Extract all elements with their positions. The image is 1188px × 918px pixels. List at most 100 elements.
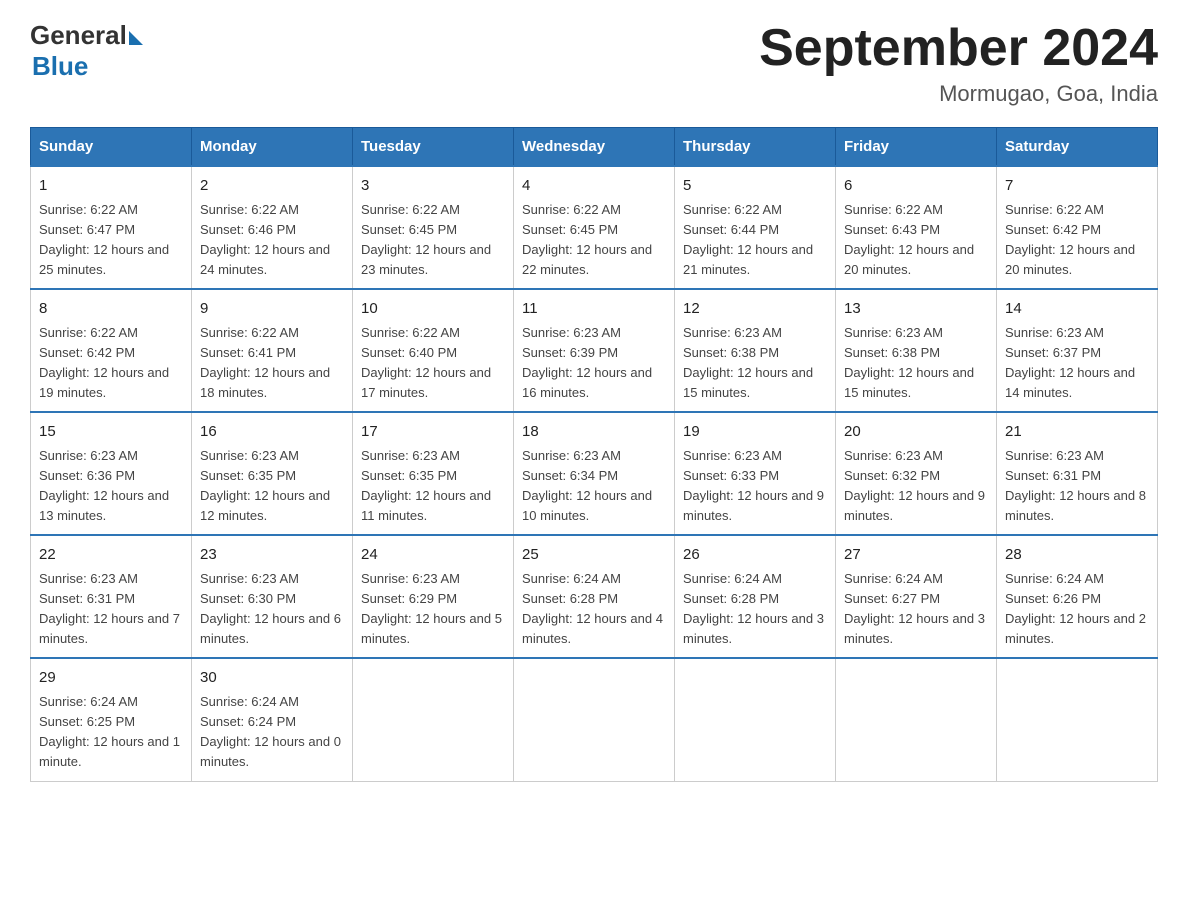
day-info: Sunrise: 6:23 AMSunset: 6:39 PMDaylight:… <box>522 323 666 404</box>
day-number: 6 <box>844 175 988 198</box>
day-number: 20 <box>844 421 988 444</box>
calendar-cell: 3Sunrise: 6:22 AMSunset: 6:45 PMDaylight… <box>353 166 514 289</box>
day-info: Sunrise: 6:22 AMSunset: 6:47 PMDaylight:… <box>39 200 183 281</box>
calendar-cell: 21Sunrise: 6:23 AMSunset: 6:31 PMDayligh… <box>997 412 1158 535</box>
day-info: Sunrise: 6:23 AMSunset: 6:37 PMDaylight:… <box>1005 323 1149 404</box>
day-info: Sunrise: 6:22 AMSunset: 6:41 PMDaylight:… <box>200 323 344 404</box>
day-number: 23 <box>200 544 344 567</box>
day-number: 28 <box>1005 544 1149 567</box>
calendar-cell: 14Sunrise: 6:23 AMSunset: 6:37 PMDayligh… <box>997 289 1158 412</box>
calendar-cell: 4Sunrise: 6:22 AMSunset: 6:45 PMDaylight… <box>514 166 675 289</box>
calendar-cell: 29Sunrise: 6:24 AMSunset: 6:25 PMDayligh… <box>31 658 192 781</box>
day-number: 17 <box>361 421 505 444</box>
day-info: Sunrise: 6:22 AMSunset: 6:42 PMDaylight:… <box>1005 200 1149 281</box>
day-info: Sunrise: 6:23 AMSunset: 6:35 PMDaylight:… <box>361 446 505 527</box>
calendar-cell <box>836 658 997 781</box>
day-number: 18 <box>522 421 666 444</box>
day-info: Sunrise: 6:23 AMSunset: 6:38 PMDaylight:… <box>844 323 988 404</box>
day-info: Sunrise: 6:22 AMSunset: 6:43 PMDaylight:… <box>844 200 988 281</box>
day-number: 5 <box>683 175 827 198</box>
week-row-3: 15Sunrise: 6:23 AMSunset: 6:36 PMDayligh… <box>31 412 1158 535</box>
day-info: Sunrise: 6:23 AMSunset: 6:31 PMDaylight:… <box>39 569 183 650</box>
day-number: 15 <box>39 421 183 444</box>
title-section: September 2024 Mormugao, Goa, India <box>759 20 1158 107</box>
calendar-cell: 25Sunrise: 6:24 AMSunset: 6:28 PMDayligh… <box>514 535 675 658</box>
calendar-cell: 27Sunrise: 6:24 AMSunset: 6:27 PMDayligh… <box>836 535 997 658</box>
logo-general-text: General <box>30 20 127 51</box>
header-row: SundayMondayTuesdayWednesdayThursdayFrid… <box>31 128 1158 167</box>
week-row-5: 29Sunrise: 6:24 AMSunset: 6:25 PMDayligh… <box>31 658 1158 781</box>
day-number: 12 <box>683 298 827 321</box>
calendar-cell: 24Sunrise: 6:23 AMSunset: 6:29 PMDayligh… <box>353 535 514 658</box>
calendar-table: SundayMondayTuesdayWednesdayThursdayFrid… <box>30 127 1158 781</box>
day-info: Sunrise: 6:23 AMSunset: 6:34 PMDaylight:… <box>522 446 666 527</box>
day-number: 30 <box>200 667 344 690</box>
day-info: Sunrise: 6:22 AMSunset: 6:44 PMDaylight:… <box>683 200 827 281</box>
calendar-cell <box>675 658 836 781</box>
calendar-cell <box>353 658 514 781</box>
day-info: Sunrise: 6:23 AMSunset: 6:30 PMDaylight:… <box>200 569 344 650</box>
day-number: 11 <box>522 298 666 321</box>
week-row-4: 22Sunrise: 6:23 AMSunset: 6:31 PMDayligh… <box>31 535 1158 658</box>
day-number: 1 <box>39 175 183 198</box>
calendar-cell: 11Sunrise: 6:23 AMSunset: 6:39 PMDayligh… <box>514 289 675 412</box>
day-number: 21 <box>1005 421 1149 444</box>
calendar-title: September 2024 <box>759 20 1158 77</box>
logo-blue-text: Blue <box>32 51 143 82</box>
calendar-cell: 13Sunrise: 6:23 AMSunset: 6:38 PMDayligh… <box>836 289 997 412</box>
day-info: Sunrise: 6:24 AMSunset: 6:24 PMDaylight:… <box>200 692 344 773</box>
calendar-cell: 30Sunrise: 6:24 AMSunset: 6:24 PMDayligh… <box>192 658 353 781</box>
day-number: 3 <box>361 175 505 198</box>
day-info: Sunrise: 6:24 AMSunset: 6:28 PMDaylight:… <box>522 569 666 650</box>
day-info: Sunrise: 6:22 AMSunset: 6:45 PMDaylight:… <box>522 200 666 281</box>
calendar-cell <box>997 658 1158 781</box>
day-info: Sunrise: 6:22 AMSunset: 6:46 PMDaylight:… <box>200 200 344 281</box>
day-info: Sunrise: 6:22 AMSunset: 6:40 PMDaylight:… <box>361 323 505 404</box>
col-header-monday: Monday <box>192 128 353 167</box>
col-header-wednesday: Wednesday <box>514 128 675 167</box>
col-header-friday: Friday <box>836 128 997 167</box>
day-number: 13 <box>844 298 988 321</box>
calendar-cell: 22Sunrise: 6:23 AMSunset: 6:31 PMDayligh… <box>31 535 192 658</box>
day-info: Sunrise: 6:22 AMSunset: 6:42 PMDaylight:… <box>39 323 183 404</box>
day-info: Sunrise: 6:24 AMSunset: 6:25 PMDaylight:… <box>39 692 183 773</box>
calendar-cell: 12Sunrise: 6:23 AMSunset: 6:38 PMDayligh… <box>675 289 836 412</box>
day-number: 26 <box>683 544 827 567</box>
logo: General Blue <box>30 20 143 82</box>
day-number: 9 <box>200 298 344 321</box>
day-number: 25 <box>522 544 666 567</box>
col-header-tuesday: Tuesday <box>353 128 514 167</box>
day-number: 4 <box>522 175 666 198</box>
calendar-body: 1Sunrise: 6:22 AMSunset: 6:47 PMDaylight… <box>31 166 1158 781</box>
col-header-sunday: Sunday <box>31 128 192 167</box>
day-number: 29 <box>39 667 183 690</box>
calendar-cell: 6Sunrise: 6:22 AMSunset: 6:43 PMDaylight… <box>836 166 997 289</box>
col-header-thursday: Thursday <box>675 128 836 167</box>
day-info: Sunrise: 6:23 AMSunset: 6:36 PMDaylight:… <box>39 446 183 527</box>
day-number: 16 <box>200 421 344 444</box>
day-number: 27 <box>844 544 988 567</box>
day-info: Sunrise: 6:24 AMSunset: 6:28 PMDaylight:… <box>683 569 827 650</box>
logo-triangle-icon <box>129 31 143 45</box>
col-header-saturday: Saturday <box>997 128 1158 167</box>
day-info: Sunrise: 6:24 AMSunset: 6:26 PMDaylight:… <box>1005 569 1149 650</box>
calendar-cell: 17Sunrise: 6:23 AMSunset: 6:35 PMDayligh… <box>353 412 514 535</box>
calendar-cell: 16Sunrise: 6:23 AMSunset: 6:35 PMDayligh… <box>192 412 353 535</box>
day-number: 14 <box>1005 298 1149 321</box>
day-number: 7 <box>1005 175 1149 198</box>
week-row-2: 8Sunrise: 6:22 AMSunset: 6:42 PMDaylight… <box>31 289 1158 412</box>
calendar-cell: 1Sunrise: 6:22 AMSunset: 6:47 PMDaylight… <box>31 166 192 289</box>
calendar-cell: 2Sunrise: 6:22 AMSunset: 6:46 PMDaylight… <box>192 166 353 289</box>
week-row-1: 1Sunrise: 6:22 AMSunset: 6:47 PMDaylight… <box>31 166 1158 289</box>
calendar-cell: 26Sunrise: 6:24 AMSunset: 6:28 PMDayligh… <box>675 535 836 658</box>
day-info: Sunrise: 6:23 AMSunset: 6:31 PMDaylight:… <box>1005 446 1149 527</box>
calendar-cell: 19Sunrise: 6:23 AMSunset: 6:33 PMDayligh… <box>675 412 836 535</box>
day-info: Sunrise: 6:23 AMSunset: 6:32 PMDaylight:… <box>844 446 988 527</box>
calendar-cell: 9Sunrise: 6:22 AMSunset: 6:41 PMDaylight… <box>192 289 353 412</box>
calendar-cell <box>514 658 675 781</box>
day-number: 2 <box>200 175 344 198</box>
day-info: Sunrise: 6:23 AMSunset: 6:35 PMDaylight:… <box>200 446 344 527</box>
day-info: Sunrise: 6:22 AMSunset: 6:45 PMDaylight:… <box>361 200 505 281</box>
day-info: Sunrise: 6:23 AMSunset: 6:33 PMDaylight:… <box>683 446 827 527</box>
day-number: 10 <box>361 298 505 321</box>
